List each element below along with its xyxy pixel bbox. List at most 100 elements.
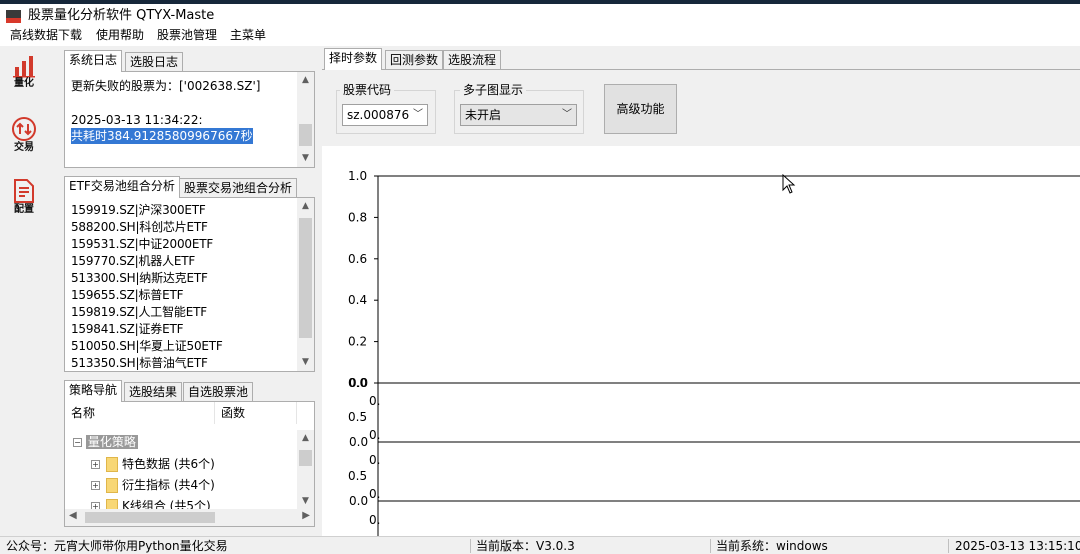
- y-tick-label: 0.6: [348, 252, 367, 266]
- list-item[interactable]: 159919.SZ|沪深300ETF: [71, 202, 206, 219]
- status-divider: [470, 539, 471, 553]
- tab-strip-divider: [322, 69, 1080, 70]
- scroll-down-icon[interactable]: ▼: [297, 150, 314, 167]
- menu-main[interactable]: 主菜单: [230, 28, 266, 43]
- scroll-down-icon[interactable]: ▼: [297, 493, 314, 510]
- tree-root-label: 量化策略: [85, 435, 138, 449]
- tree-hscrollbar[interactable]: ◀ ▶: [65, 509, 314, 526]
- folder-icon: [106, 499, 118, 509]
- etf-scroll-thumb[interactable]: [299, 218, 312, 338]
- strategy-tree-panel: 名称 函数 − 量化策略 + 特色数据 (共6个) + 衍生指标 (共4个) + K线…: [64, 401, 315, 527]
- y-tick-label: 0.0: [349, 494, 368, 508]
- status-divider: [948, 539, 949, 553]
- list-item[interactable]: 159819.SZ|人工智能ETF: [71, 304, 207, 321]
- list-item[interactable]: 510050.SH|华夏上证50ETF: [71, 338, 223, 355]
- stock-code-combo[interactable]: sz.000876 ﹀: [342, 104, 428, 126]
- tab-etf-pool[interactable]: ETF交易池组合分析: [64, 176, 180, 198]
- collapse-icon[interactable]: −: [73, 438, 82, 447]
- tab-stock-pool[interactable]: 股票交易池组合分析: [179, 178, 298, 198]
- log-line-time: 2025-03-13 11:34:22:: [71, 113, 203, 127]
- nav-quant-label: 量化: [14, 78, 34, 89]
- system-log-panel[interactable]: 更新失败的股票为：['002638.SZ'] 2025-03-13 11:34:…: [64, 71, 315, 168]
- tab-strategy-nav[interactable]: 策略导航: [64, 380, 123, 402]
- app-logo-icon: [6, 10, 21, 23]
- expand-icon[interactable]: +: [91, 502, 100, 509]
- list-item[interactable]: 159841.SZ|证券ETF: [71, 321, 184, 338]
- trade-arrows-icon: [12, 117, 36, 141]
- tree-scroll-thumb[interactable]: [299, 450, 312, 466]
- list-item[interactable]: 159531.SZ|中证2000ETF: [71, 236, 213, 253]
- chart-area: 1.0 0.8 0.6 0.4 0.2 0.0 0.0 0. 0.5 0. 0.0 0. 0.5 0. 0.…: [322, 146, 1080, 536]
- y-tick-label: 0.: [369, 513, 380, 527]
- tree-node-label: 特色数据 (共6个): [122, 457, 215, 471]
- stock-code-label: 股票代码: [340, 83, 395, 97]
- log-line-elapsed: 共耗时384.91285809967667秒: [71, 128, 253, 144]
- scroll-up-icon[interactable]: ▲: [297, 198, 314, 215]
- nav-sidebar: 量化 交易 配置: [0, 46, 48, 536]
- status-divider: [710, 539, 711, 553]
- y-tick-label: 0.2: [348, 335, 367, 349]
- list-item[interactable]: 159770.SZ|机器人ETF: [71, 253, 195, 270]
- tree-hscroll-thumb[interactable]: [85, 512, 215, 523]
- tree-node-label: K线组合 (共5个): [122, 499, 211, 509]
- y-tick-label: 0.0: [349, 435, 368, 449]
- tree-node-kline-combo[interactable]: + K线组合 (共5个): [91, 497, 211, 509]
- chart-canvas: 1.00.80.60.40.20.00.00.0.50.0.00.0.50.0.…: [348, 169, 1080, 536]
- nav-config-button[interactable]: 配置: [6, 178, 42, 234]
- mouse-cursor-icon: [782, 174, 796, 194]
- multi-chart-combo[interactable]: 未开启 ﹀: [460, 104, 577, 126]
- tree-vscrollbar[interactable]: ▲ ▼: [297, 430, 314, 510]
- tab-selection-flow[interactable]: 选股流程: [443, 50, 502, 70]
- list-item[interactable]: 513350.SH|标普油气ETF: [71, 355, 208, 372]
- status-wechat: 公众号：元宵大师带你用Python量化交易: [6, 539, 228, 553]
- chevron-down-icon[interactable]: ﹀: [562, 105, 572, 125]
- status-bar: 公众号：元宵大师带你用Python量化交易 当前版本：V3.0.3 当前系统：w…: [0, 536, 1080, 554]
- tree-col-func[interactable]: 函数: [215, 402, 297, 424]
- tab-selection-result[interactable]: 选股结果: [124, 382, 183, 402]
- list-item[interactable]: 159655.SZ|标普ETF: [71, 287, 184, 304]
- y-tick-label: 0.0: [349, 376, 368, 390]
- chevron-down-icon[interactable]: ﹀: [413, 105, 423, 125]
- title-bar: 股票量化分析软件 QTYX-Maste: [0, 4, 1080, 26]
- scroll-left-icon[interactable]: ◀: [69, 510, 77, 521]
- list-item[interactable]: 513300.SH|纳斯达克ETF: [71, 270, 208, 287]
- bar-chart-icon: [13, 56, 35, 78]
- etf-list-panel: 159919.SZ|沪深300ETF 588200.SH|科创芯片ETF 159…: [64, 197, 315, 372]
- expand-icon[interactable]: +: [91, 481, 100, 490]
- folder-icon: [106, 457, 118, 472]
- y-tick-label: 1.0: [348, 169, 367, 183]
- y-tick-label: 0.5: [348, 410, 367, 424]
- tab-timing-params[interactable]: 择时参数: [324, 48, 383, 70]
- menu-help[interactable]: 使用帮助: [96, 28, 144, 43]
- menu-pool-manage[interactable]: 股票池管理: [157, 28, 217, 43]
- folder-icon: [106, 478, 118, 493]
- advanced-function-button[interactable]: 高级功能: [604, 84, 677, 134]
- expand-icon[interactable]: +: [91, 460, 100, 469]
- scroll-up-icon[interactable]: ▲: [297, 430, 314, 447]
- list-item[interactable]: 588200.SH|科创芯片ETF: [71, 219, 208, 236]
- nav-trade-label: 交易: [14, 142, 34, 153]
- tree-col-name[interactable]: 名称: [65, 402, 215, 424]
- tree-node-derived-indicators[interactable]: + 衍生指标 (共4个): [91, 476, 215, 494]
- y-tick-label: 0.4: [348, 293, 367, 307]
- tab-selection-log[interactable]: 选股日志: [125, 52, 184, 72]
- nav-trade-button[interactable]: 交易: [6, 116, 42, 172]
- scroll-up-icon[interactable]: ▲: [297, 72, 314, 89]
- tab-backtest-params[interactable]: 回测参数: [385, 50, 444, 70]
- tree-node-feature-data[interactable]: + 特色数据 (共6个): [91, 455, 215, 473]
- tab-watchlist[interactable]: 自选股票池: [183, 382, 254, 402]
- scroll-down-icon[interactable]: ▼: [297, 354, 314, 371]
- log-line-failed: 更新失败的股票为：['002638.SZ']: [71, 79, 261, 93]
- y-tick-label: 0.: [369, 394, 380, 408]
- log-scroll-thumb[interactable]: [299, 124, 312, 146]
- etf-scrollbar[interactable]: ▲ ▼: [297, 198, 314, 371]
- y-tick-label: 0.5: [348, 469, 367, 483]
- tree-root-node[interactable]: − 量化策略: [73, 433, 138, 451]
- tab-system-log[interactable]: 系统日志: [64, 50, 123, 72]
- scroll-right-icon[interactable]: ▶: [302, 510, 310, 521]
- menu-data-download[interactable]: 高线数据下载: [10, 28, 82, 43]
- nav-quant-button[interactable]: 量化: [6, 54, 42, 110]
- log-scrollbar[interactable]: ▲ ▼: [297, 72, 314, 167]
- nav-config-label: 配置: [14, 204, 34, 215]
- y-tick-label: 0.: [369, 428, 380, 442]
